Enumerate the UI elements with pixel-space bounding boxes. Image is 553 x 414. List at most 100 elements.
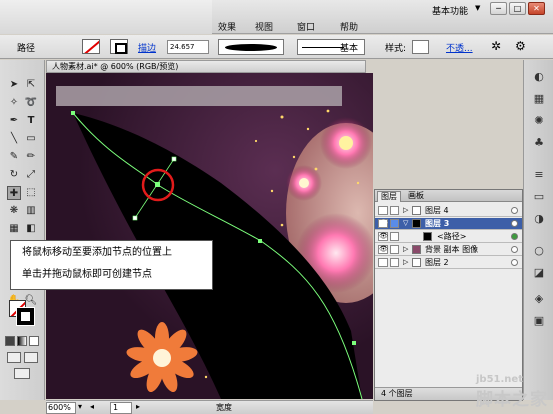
minimize-button[interactable]: ─: [490, 2, 507, 15]
zoom-dropdown-icon[interactable]: ▾: [78, 402, 82, 411]
visibility-toggle[interactable]: 👁︎: [378, 245, 388, 254]
symbol-sprayer-tool-icon[interactable]: ❋: [7, 204, 21, 218]
magic-wand-tool-icon[interactable]: ✧: [7, 96, 21, 110]
restore-button[interactable]: □: [509, 2, 526, 15]
visibility-toggle[interactable]: 👁︎: [378, 232, 388, 241]
symbols-panel-icon[interactable]: ♣: [532, 136, 546, 150]
visibility-toggle[interactable]: [378, 258, 388, 267]
new-anchor-point[interactable]: [155, 182, 160, 187]
tab-artboards[interactable]: 画板: [405, 191, 427, 201]
menu-help[interactable]: 帮助: [340, 20, 358, 33]
first-page-icon[interactable]: ◂: [90, 402, 94, 411]
scale-tool-icon[interactable]: ⤢: [24, 168, 38, 182]
pen-tool-icon[interactable]: ✒: [7, 114, 21, 128]
pencil-tool-icon[interactable]: ✏: [24, 150, 38, 164]
menu-view[interactable]: 视图: [255, 20, 273, 33]
page-field[interactable]: 1: [110, 402, 132, 414]
expand-triangle-icon[interactable]: ▷: [403, 244, 408, 255]
anchor-point-mid[interactable]: [258, 239, 262, 243]
graph-tool-icon[interactable]: ▥: [24, 204, 38, 218]
layers-panel-icon[interactable]: ◈: [532, 292, 546, 306]
status-mode[interactable]: 宽度: [216, 402, 232, 413]
target-circle[interactable]: [511, 220, 518, 227]
layer-row-4[interactable]: ▷ 图层 4: [375, 205, 522, 217]
workspace-switcher[interactable]: 基本功能: [432, 4, 468, 17]
handle-point-top[interactable]: [171, 156, 177, 162]
transparency-panel-icon[interactable]: ◑: [532, 212, 546, 226]
none-mode-icon[interactable]: [29, 336, 39, 346]
mesh-tool-icon[interactable]: ▦: [7, 222, 21, 236]
line-tool-icon[interactable]: ╲: [7, 132, 21, 146]
layer-row-background[interactable]: 👁︎ ▷ 背景 副本 图像: [375, 244, 522, 256]
layer-thumbnail: [412, 206, 421, 215]
target-circle[interactable]: [511, 246, 518, 253]
handle-point-bottom[interactable]: [132, 215, 138, 221]
target-circle[interactable]: [511, 233, 518, 240]
stroke-color-swatch[interactable]: [16, 307, 35, 326]
rectangle-tool-icon[interactable]: ▭: [24, 132, 38, 146]
zoom-tool-icon[interactable]: 🔍︎: [24, 294, 38, 308]
recolor-icon[interactable]: ✲: [491, 39, 501, 53]
document-tab[interactable]: 人物素材.ai* @ 600% (RGB/预览): [46, 60, 366, 73]
layer-row-3[interactable]: 👁︎ ▽ 图层 3: [375, 218, 522, 230]
menu-window[interactable]: 窗口: [297, 20, 315, 33]
close-button[interactable]: ✕: [528, 2, 545, 15]
visibility-toggle[interactable]: 👁︎: [378, 219, 388, 228]
anchor-point-lower[interactable]: [352, 341, 356, 345]
screen-mode-icon[interactable]: [14, 368, 30, 379]
stroke-panel-icon[interactable]: ≡: [532, 168, 546, 182]
graphic-styles-panel-icon[interactable]: ◪: [532, 266, 546, 280]
next-page-icon[interactable]: ▸: [136, 402, 140, 411]
target-circle[interactable]: [511, 207, 518, 214]
zoom-field[interactable]: 600%: [46, 402, 76, 414]
canvas[interactable]: [46, 73, 373, 399]
object-type-label: 路径: [17, 44, 36, 54]
swatches-panel-icon[interactable]: ▦: [532, 92, 546, 106]
graphic-style-swatch[interactable]: [412, 40, 429, 54]
lock-toggle[interactable]: [390, 206, 399, 215]
color-mode-icon[interactable]: [5, 336, 15, 346]
menu-effect[interactable]: 效果: [218, 20, 236, 33]
layer-row-path[interactable]: 👁︎ <路径>: [375, 231, 522, 243]
type-tool-icon[interactable]: T: [24, 114, 38, 128]
direct-selection-tool-icon[interactable]: ⇱: [24, 78, 38, 92]
appearance-panel-icon[interactable]: ○: [532, 244, 546, 258]
lasso-tool-icon[interactable]: ➰: [24, 96, 38, 110]
layer-name: 图层 4: [425, 206, 449, 215]
lock-toggle[interactable]: [390, 245, 399, 254]
rotate-tool-icon[interactable]: ↻: [7, 168, 21, 182]
stroke-weight-field[interactable]: 24.657: [167, 40, 209, 54]
brush-definition-dropdown[interactable]: [218, 39, 284, 55]
lock-toggle[interactable]: [390, 219, 399, 228]
layer-row-2[interactable]: ▷ 图层 2: [375, 257, 522, 269]
selection-tool-icon[interactable]: ➤: [7, 78, 21, 92]
stroke-swatch[interactable]: [110, 39, 128, 54]
stroke-link[interactable]: 描边: [138, 41, 156, 54]
expand-triangle-icon[interactable]: ▷: [403, 205, 408, 216]
layer-name: 图层 2: [425, 258, 449, 267]
draw-behind-icon[interactable]: [24, 352, 38, 363]
brushes-panel-icon[interactable]: ✺: [532, 114, 546, 128]
lock-toggle[interactable]: [390, 232, 399, 241]
tab-layers[interactable]: 图层: [377, 191, 401, 202]
free-transform-tool-icon[interactable]: ⬚: [24, 186, 38, 200]
workspace-dropdown-icon[interactable]: ▼: [475, 4, 480, 12]
panel-options-icon[interactable]: ⚙: [515, 39, 526, 53]
gradient-mode-icon[interactable]: [17, 336, 27, 346]
color-panel-icon[interactable]: ◐: [532, 70, 546, 84]
paintbrush-tool-icon[interactable]: ✎: [7, 150, 21, 164]
artboards-panel-icon[interactable]: ▣: [532, 314, 546, 328]
visibility-toggle[interactable]: [378, 206, 388, 215]
target-circle[interactable]: [511, 259, 518, 266]
fill-swatch[interactable]: [82, 39, 100, 54]
expand-triangle-icon[interactable]: ▷: [403, 257, 408, 268]
opacity-link[interactable]: 不透...: [446, 41, 473, 54]
gradient-panel-icon[interactable]: ▭: [532, 190, 546, 204]
collapse-triangle-icon[interactable]: ▽: [403, 218, 408, 229]
add-anchor-point-tool-icon[interactable]: ✚: [7, 186, 21, 200]
layer-thumbnail: [412, 258, 421, 267]
anchor-point-start[interactable]: [71, 111, 75, 115]
gradient-tool-icon[interactable]: ◧: [24, 222, 38, 236]
draw-normal-icon[interactable]: [7, 352, 21, 363]
lock-toggle[interactable]: [390, 258, 399, 267]
